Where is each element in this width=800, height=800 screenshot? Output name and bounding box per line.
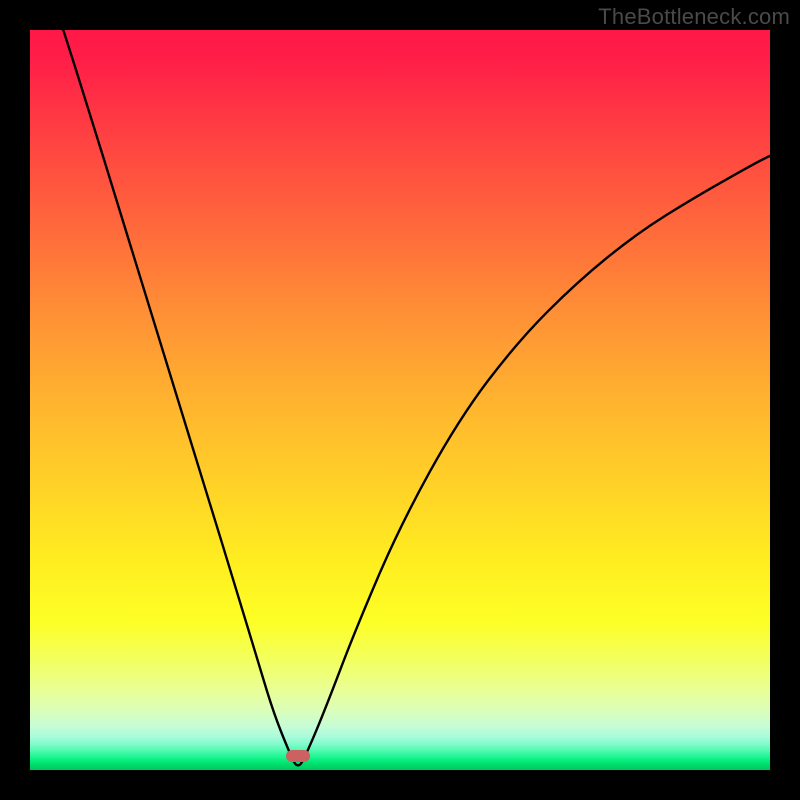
bottleneck-curve — [30, 30, 770, 770]
watermark-text: TheBottleneck.com — [598, 4, 790, 30]
bottleneck-marker — [286, 750, 310, 762]
plot-area — [30, 30, 770, 770]
curve-path — [63, 30, 770, 765]
chart-frame: TheBottleneck.com — [0, 0, 800, 800]
